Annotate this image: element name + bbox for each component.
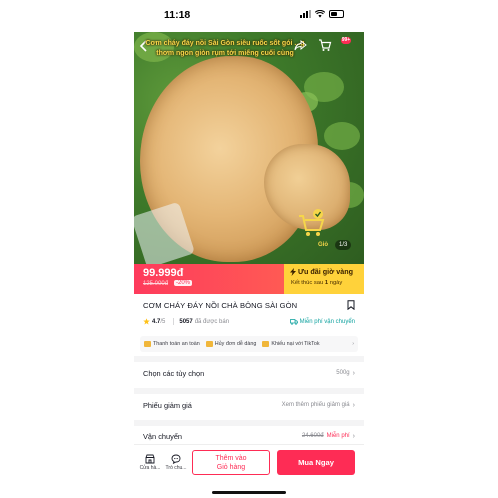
price-block: 99.999đ 125.000đ -20% [134, 264, 284, 294]
chevron-right-icon: › [352, 432, 355, 440]
image-caption-line1: Cơm cháy đáy nồi Sài Gòn siêu ruốc sốt g… [145, 40, 305, 47]
options-label: Chọn các tùy chọn [143, 368, 205, 378]
bottom-action-bar: Cửa hà... Trò chu... Thêm vào Giỏ hàng Mu… [134, 444, 364, 484]
shipping-value-wrap: 24.600đ Miễn phí › [302, 433, 355, 440]
add-to-cart-line1: Thêm vào [215, 454, 247, 462]
meta-divider [173, 318, 175, 325]
shipping-label: Vận chuyển [143, 431, 183, 441]
countdown-prefix: Kết thúc sau [291, 280, 324, 286]
lightning-icon [290, 267, 296, 276]
rating-max: /5 [160, 318, 166, 325]
chat-label: Trò chu... [165, 465, 187, 471]
shop-button[interactable]: Cửa hà... [139, 454, 161, 471]
free-shipping-text: Miễn phí vận chuyển [299, 318, 355, 325]
status-time: 11:18 [164, 9, 191, 21]
sold-label: đã được bán [194, 318, 230, 325]
product-meta-row: 4.7 /5 5057 đã được bán Miễn phí vận chu… [143, 318, 355, 325]
cart-icon[interactable] [318, 38, 332, 52]
shipping-original-fee: 24.600đ [301, 433, 324, 439]
cart-sticker-label: Giỏ [318, 242, 328, 248]
flash-sale-title: Ưu đãi giờ vàng [290, 267, 353, 276]
product-title: CƠM CHÁY ĐÁY NỒI CHÀ BÔNG SÀI GÒN [143, 300, 298, 310]
flash-sale-block: Ưu đãi giờ vàng Kết thúc sau 1 ngày [284, 264, 364, 294]
shop-label: Cửa hà... [139, 465, 161, 471]
product-title-row: CƠM CHÁY ĐÁY NỒI CHÀ BÔNG SÀI GÒN [143, 300, 355, 310]
image-caption-line2: thơm ngon giòn rụm tới miếng cuối cùng [156, 50, 294, 57]
chevron-right-icon: › [352, 369, 355, 377]
share-icon[interactable] [294, 39, 307, 52]
countdown-value: 1 [324, 280, 329, 286]
image-caption: Cơm cháy đáy nồi Sài Gòn siêu ruốc sốt g… [140, 39, 310, 59]
sold-count: 5057 [179, 318, 193, 325]
voucher-label: Phiếu giảm giá [143, 400, 192, 410]
current-price: 99.999đ [143, 267, 184, 279]
discount-badge: -20% [174, 280, 193, 286]
home-indicator [212, 491, 286, 494]
status-bar: 11:18 [134, 0, 364, 32]
payment-icon [144, 341, 151, 347]
voucher-value: Xem thêm phiếu giảm giá [281, 402, 350, 408]
bookmark-icon[interactable] [347, 300, 355, 310]
status-icons [300, 10, 344, 18]
free-shipping-tag[interactable]: Miễn phí vận chuyển [289, 318, 355, 325]
options-value-wrap: 500g › [336, 370, 355, 377]
assurance-item: Thanh toán an toàn [144, 341, 200, 347]
rating-value: 4.7 [152, 318, 161, 325]
assurance-item: Hủy đơn dễ dàng [205, 341, 257, 347]
buy-now-button[interactable]: Mua Ngay [277, 450, 355, 475]
chevron-right-icon: › [352, 401, 355, 409]
countdown-suffix: ngày [329, 280, 343, 286]
image-page-count: 1/3 [335, 240, 352, 250]
chevron-right-icon: › [352, 341, 354, 347]
complaint-icon [262, 341, 270, 347]
phone-screen: 11:18 Cơm cháy đáy nồi Sài Gòn siêu ruốc… [134, 0, 364, 498]
flash-sale-countdown: Kết thúc sau 1 ngày [291, 280, 342, 286]
truck-icon [289, 318, 298, 325]
signal-icon [300, 10, 311, 18]
flash-sale-title-text: Ưu đãi giờ vàng [298, 267, 354, 276]
assurance-bar[interactable]: Thanh toán an toàn Hủy đơn dễ dàng Khiếu… [140, 336, 358, 352]
original-price: 125.000đ [143, 281, 169, 287]
voucher-value-wrap: Xem thêm phiếu giảm giá › [282, 402, 355, 409]
add-to-cart-line2: Giỏ hàng [216, 463, 246, 471]
battery-icon [329, 10, 344, 18]
shop-icon [145, 454, 155, 464]
options-value: 500g [336, 370, 350, 376]
assurance-text: Thanh toán an toàn [153, 341, 200, 347]
cancel-order-icon [205, 341, 213, 347]
add-to-cart-button[interactable]: Thêm vào Giỏ hàng [192, 450, 270, 475]
assurance-text: Khiếu nại với TikTok [271, 341, 320, 347]
assurance-text: Hủy đơn dễ dàng [214, 341, 257, 347]
voucher-row[interactable]: Phiếu giảm giá Xem thêm phiếu giảm giá › [143, 394, 355, 416]
chat-icon [171, 454, 181, 464]
assurance-item: Khiếu nại với TikTok [262, 341, 320, 347]
cart-badge: 99+ [341, 37, 351, 44]
chat-button[interactable]: Trò chu... [165, 454, 187, 471]
wifi-icon [315, 10, 325, 18]
options-row[interactable]: Chọn các tùy chọn 500g › [143, 362, 355, 384]
product-image-carousel[interactable]: Cơm cháy đáy nồi Sài Gòn siêu ruốc sốt g… [134, 32, 364, 264]
price-banner: 99.999đ 125.000đ -20% Ưu đãi giờ vàng Kế… [134, 264, 364, 294]
cart-sticker-icon [299, 209, 325, 236]
shipping-fee: Miễn phí [326, 433, 350, 439]
star-icon [143, 318, 150, 325]
